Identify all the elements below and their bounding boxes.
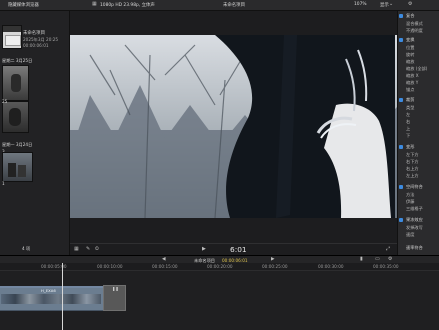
pause-icon: ❚❚ [112,286,119,291]
ruler-mark: 00:00:10:00 [97,264,123,269]
ruler-mark: 00:00:30:00 [318,264,344,269]
browser-panel: 未命名项目 2025年3月 20:25 00:00:06:01 星期二 3月25… [0,11,70,255]
event-title: 未命名项目 [23,31,45,36]
inspector-section-title: 变形 [406,144,415,149]
inspector-item: 右下方 [406,159,419,164]
clip-thumbnail-2[interactable] [2,101,29,133]
ruler-mark: 00:00:35:00 [373,264,399,269]
inspector-item: 右 [406,119,411,124]
chevron-left-icon[interactable]: ◀ [162,257,166,262]
playhead[interactable] [62,263,63,330]
inspector-item: 类型 [406,105,415,110]
zoom-level[interactable]: 107% [354,2,367,7]
play-icon[interactable]: ▶ [202,246,206,252]
inspector-item: 速度 [406,232,415,237]
date-group-2: 星期一 3月24日 [2,142,33,147]
topbar: 隐藏媒体浏览器 1080p HD 23.98p, 立体声 未命名项目 107% … [0,0,439,11]
spatial-conform-toggle[interactable] [399,185,403,189]
view-menu[interactable]: 显示 [380,2,389,8]
format-label: 1080p HD 23.98p, 立体声 [100,3,155,8]
project-title: 未命名项目 [223,3,245,8]
tools-icon[interactable]: ✎ [86,246,90,252]
inspector-section-title: 裁剪 [406,97,415,102]
inspector-item: 方法 [406,192,415,197]
inspector-section-title: 复合 [406,13,415,18]
ruler-mark: 00:00:25:00 [262,264,288,269]
video-frame [70,35,397,218]
settings-icon[interactable]: ⚙ [408,1,412,7]
timeline-settings-icon[interactable]: ⚙ [388,256,392,262]
inspector-item: 速率符合 [406,245,423,250]
timeline-ruler[interactable]: 00:00:05:00 00:00:10:00 00:00:15:00 00:0… [0,263,439,271]
item-count: 4 项 [22,246,31,251]
audio-meter-icon[interactable]: ▮ [360,256,363,262]
inspector-item: 缩放 Y [406,80,419,85]
inspector-item: 缩放 X [406,73,419,78]
timeline-end-clip[interactable]: ❚❚ [103,285,126,311]
timeline-clip[interactable]: H_EXA6 [0,286,103,311]
clip-thumbnail-3[interactable] [2,152,33,182]
chevron-down-icon[interactable]: ⌄ [389,1,393,7]
composite-toggle[interactable] [399,14,403,18]
timecode-display: 6:01 [230,245,247,254]
inspector-item: 发掉改写 [406,225,423,230]
clip-label: H_EXA6 [41,288,56,293]
inspector-item: 三维格子 [406,206,423,211]
inspector-panel: 复合 混合模式 不透明度 变换 位置 旋转 缩放 缩放 (全部) 缩放 X 缩放… [397,11,439,255]
viewer-panel: ▦ ✎ ⏲ ▶ 6:01 ⤢ [70,11,397,255]
inspector-item: 左下方 [406,152,419,157]
chevron-right-icon[interactable]: ▶ [271,257,275,262]
inspector-item: 不透明度 [406,28,423,33]
grid-icon[interactable]: ▦ [92,1,97,7]
clip-appearance-icon[interactable]: ▭ [375,256,380,262]
inspector-item: 左 [406,112,411,117]
count-label: 1 [2,181,5,186]
date-group-1: 星期二 3月25日 [2,58,33,63]
app: 隐藏媒体浏览器 1080p HD 23.98p, 立体声 未命名项目 107% … [0,0,439,330]
hide-browser-button[interactable]: 隐藏媒体浏览器 [8,2,39,8]
event-duration: 00:00:06:01 [23,43,49,48]
inspector-item: 锚点 [406,87,415,92]
inspector-item: 下 [406,133,411,138]
inspector-item: 上 [406,126,411,131]
speed-icon[interactable]: ⏲ [95,246,99,252]
badge-label: 25 [2,99,8,104]
inspector-item: 缩放 [406,59,415,64]
clip-thumbnail-1[interactable] [2,65,29,101]
ruler-mark: 00:00:20:00 [207,264,233,269]
event-thumbnail[interactable] [2,25,22,49]
ruler-mark: 00:00:15:00 [152,264,178,269]
layout-icon[interactable]: ▦ [74,246,79,252]
inspector-item: 左上方 [406,173,419,178]
distort-toggle[interactable] [399,145,403,149]
viewer-video[interactable] [70,35,397,218]
inspector-section-title: 果冻效应 [406,217,423,222]
inspector-item: 混合模式 [406,21,423,26]
rolling-shutter-toggle[interactable] [399,218,403,222]
inspector-section-title: 变换 [406,37,415,42]
transform-toggle[interactable] [399,38,403,42]
inspector-item: 右上方 [406,166,419,171]
inspector-item: 旋转 [406,52,415,57]
fullscreen-icon[interactable]: ⤢ [386,246,390,252]
inspector-item: 伊藤 [406,199,415,204]
inspector-item: 缩放 (全部) [406,66,428,71]
inspector-section-title: 空间符合 [406,184,423,189]
inspector-item: 位置 [406,45,415,50]
crop-toggle[interactable] [399,98,403,102]
